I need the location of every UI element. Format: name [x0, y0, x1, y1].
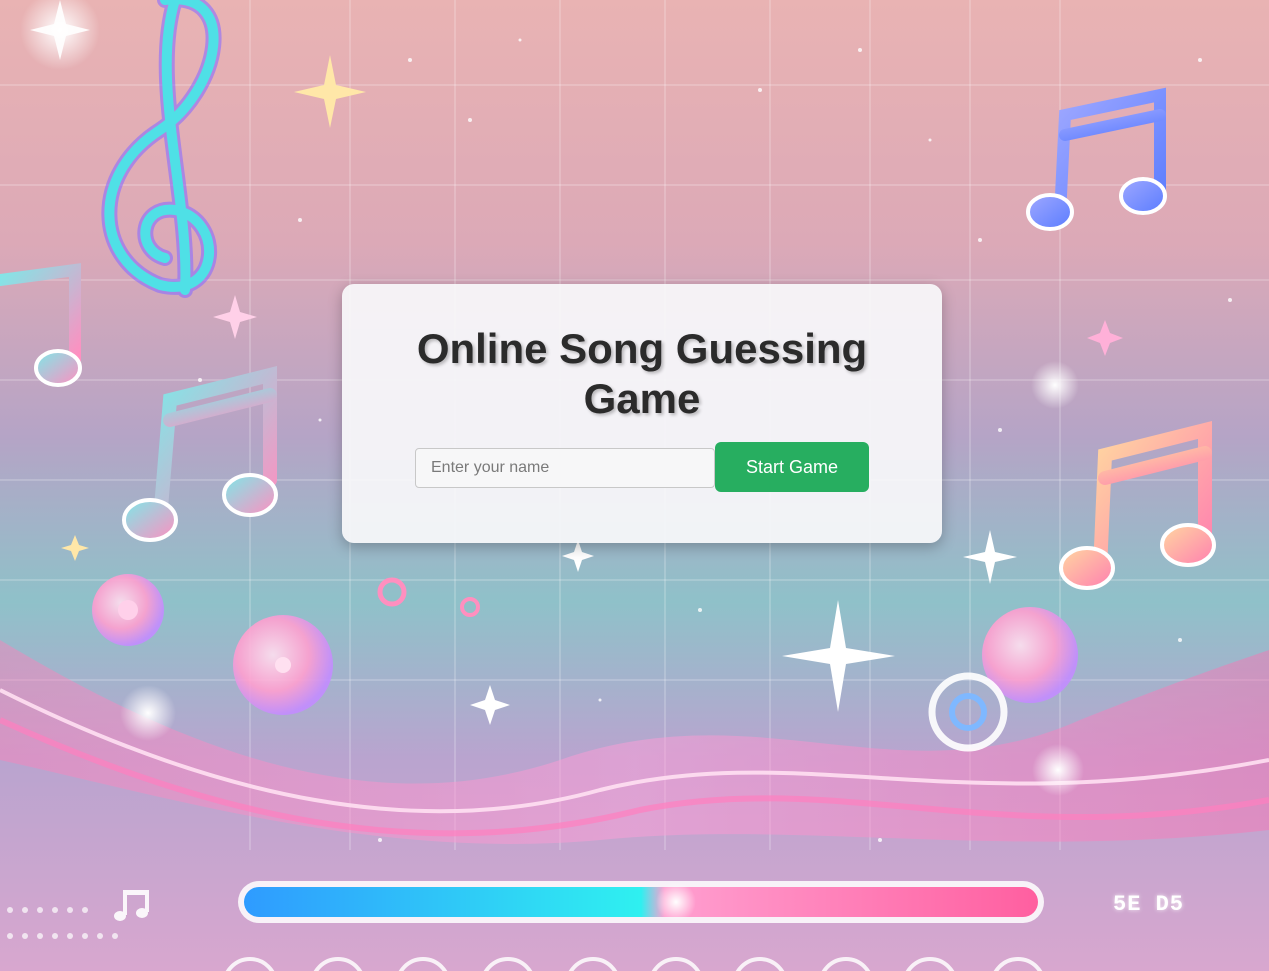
- music-note-icon: [1059, 421, 1216, 590]
- start-card: Online Song Guessing Game Start Game: [342, 284, 942, 543]
- music-note-icon: [1026, 87, 1167, 231]
- control-circles: [225, 957, 1043, 971]
- disc-icon: [92, 574, 1078, 752]
- equalizer-dots: [7, 907, 118, 939]
- player-time-label: 5E D5: [1113, 892, 1185, 917]
- music-note-icon: [114, 890, 149, 921]
- music-note-icon: [122, 366, 278, 542]
- treble-clef-icon: [101, 0, 222, 298]
- name-input[interactable]: [415, 448, 715, 488]
- page-title: Online Song Guessing Game: [416, 325, 868, 422]
- start-game-button[interactable]: Start Game: [715, 442, 869, 492]
- music-note-icon: [0, 263, 82, 387]
- music-progress-bar: [238, 881, 1044, 923]
